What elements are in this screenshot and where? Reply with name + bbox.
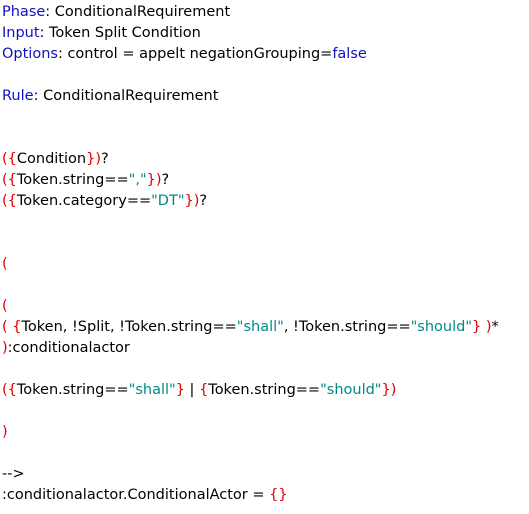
- rule-value: : ConditionalRequirement: [33, 88, 219, 104]
- phase-line: Phase: ConditionalRequirement: [2, 2, 527, 23]
- input-keyword: Input: [2, 25, 40, 41]
- modal-alternation-line: ({Token.string=="shall"} | {Token.string…: [2, 380, 527, 401]
- jape-code-view: Phase: ConditionalRequirement Input: Tok…: [2, 2, 527, 506]
- optional-operator: ?: [161, 172, 170, 188]
- actor-label-line: ):conditionalactor: [2, 338, 527, 359]
- options-false-literal: false: [332, 46, 367, 62]
- open-bracket: ({: [2, 172, 17, 188]
- token-comma-line: ({Token.string==","})?: [2, 170, 527, 191]
- empty-braces: {}: [269, 487, 288, 503]
- close-brace: }: [175, 382, 185, 398]
- shall-string-literal: "shall": [236, 319, 284, 335]
- close-brace: }: [472, 319, 482, 335]
- rhs-action-line: :conditionalactor.ConditionalActor = {}: [2, 485, 527, 506]
- close-bracket: }): [146, 172, 162, 188]
- open-paren: (: [2, 256, 8, 272]
- open-brace: {: [12, 319, 22, 335]
- open-brace: {: [199, 382, 209, 398]
- should-string-literal: "should": [410, 319, 473, 335]
- rule-keyword: Rule: [2, 88, 34, 104]
- conditionalactor-label: :conditionalactor: [7, 340, 130, 356]
- actor-group-open-line: (: [2, 296, 527, 317]
- rhs-arrow: -->: [2, 466, 25, 482]
- open-bracket: ({: [2, 151, 17, 167]
- token-category-constraint: Token.category==: [16, 193, 152, 209]
- open-paren: (: [2, 298, 8, 314]
- options-value: : control = appelt negationGrouping=: [57, 46, 333, 62]
- rhs-arrow-line: -->: [2, 464, 527, 485]
- condition-annotation: Condition: [16, 151, 87, 167]
- token-category-line: ({Token.category=="DT"})?: [2, 191, 527, 212]
- token-string-constraint: Token.string==: [16, 172, 129, 188]
- group-close-line: ): [2, 422, 527, 443]
- rhs-action: :conditionalactor.ConditionalActor =: [2, 487, 270, 503]
- alternation-pipe: |: [184, 382, 200, 398]
- phase-keyword: Phase: [2, 4, 46, 20]
- group-open-line: (: [2, 254, 527, 275]
- actor-token-line: ( {Token, !Split, !Token.string=="shall"…: [2, 317, 527, 338]
- options-line: Options: control = appelt negationGroupi…: [2, 44, 527, 65]
- open-paren: (: [2, 319, 8, 335]
- token-string-constraint-2: Token.string==: [208, 382, 321, 398]
- phase-value: : ConditionalRequirement: [45, 4, 231, 20]
- close-paren: ): [2, 424, 8, 440]
- comma-string-literal: ",": [128, 172, 147, 188]
- optional-operator: ?: [100, 151, 109, 167]
- rule-line: Rule: ConditionalRequirement: [2, 86, 527, 107]
- close-bracket: }): [381, 382, 397, 398]
- dt-string-literal: "DT": [151, 193, 185, 209]
- condition-line: ({Condition})?: [2, 149, 527, 170]
- kleene-star-operator: *: [491, 319, 499, 335]
- options-keyword: Options: [2, 46, 58, 62]
- close-bracket: }): [86, 151, 101, 167]
- close-bracket: }): [184, 193, 200, 209]
- should-string-literal: "should": [320, 382, 382, 398]
- actor-token-constraint-2: , !Token.string==: [283, 319, 411, 335]
- actor-token-constraint: Token, !Split, !Token.string==: [21, 319, 237, 335]
- open-bracket: ({: [2, 382, 17, 398]
- optional-operator: ?: [199, 193, 208, 209]
- input-line: Input: Token Split Condition: [2, 23, 527, 44]
- token-string-constraint: Token.string==: [16, 382, 129, 398]
- shall-string-literal: "shall": [128, 382, 176, 398]
- open-bracket: ({: [2, 193, 17, 209]
- input-value: : Token Split Condition: [39, 25, 201, 41]
